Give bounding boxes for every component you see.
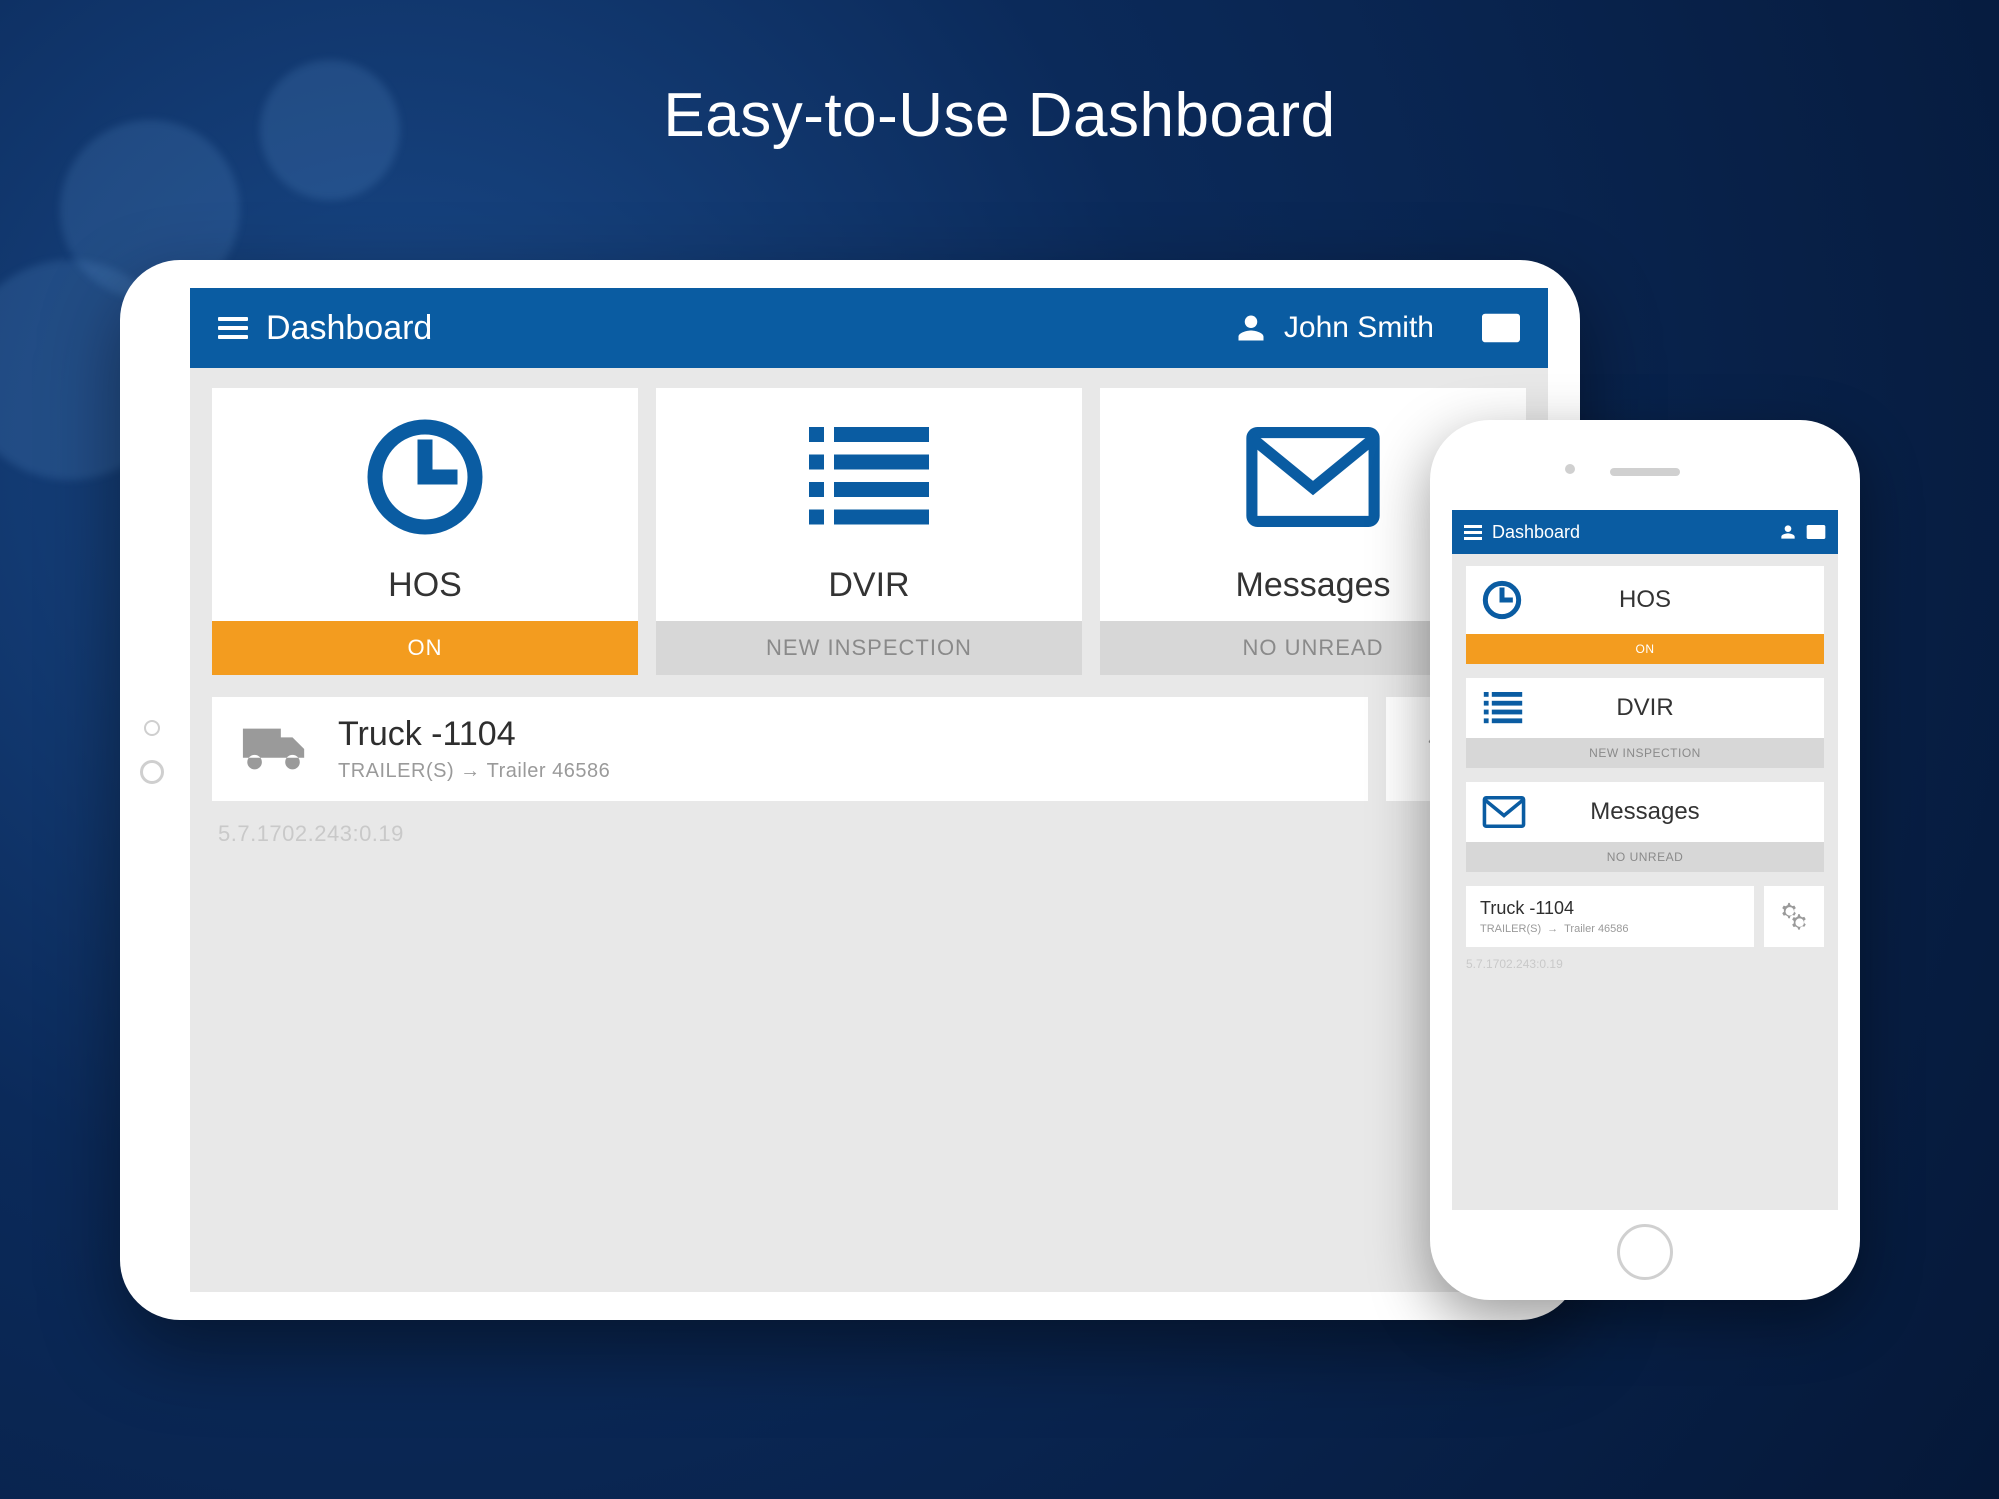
envelope-icon (1482, 796, 1526, 828)
settings-button[interactable] (1764, 886, 1824, 947)
tile-hos-label: HOS (1522, 586, 1768, 614)
screen-title: Dashboard (1492, 522, 1580, 543)
tile-dvir-status: NEW INSPECTION (1466, 738, 1824, 768)
tablet-frame: Dashboard John Smith HOS ON (120, 260, 1580, 1320)
tile-dvir-label: DVIR (828, 566, 909, 605)
tile-hos-label: HOS (388, 566, 462, 605)
vehicle-name: Truck -1104 (338, 715, 610, 754)
tile-hos-status: ON (212, 621, 638, 675)
truck-icon (240, 721, 310, 777)
clock-icon (1482, 580, 1522, 620)
vehicle-name: Truck -1104 (1480, 898, 1740, 919)
tile-hos[interactable]: HOS ON (1466, 566, 1824, 664)
home-button[interactable] (1617, 1224, 1673, 1280)
tile-dvir[interactable]: DVIR NEW INSPECTION (1466, 678, 1824, 768)
list-icon (804, 427, 934, 527)
tile-hos-status: ON (1466, 634, 1824, 664)
user-icon (1236, 313, 1266, 343)
tile-messages[interactable]: Messages NO UNREAD (1466, 782, 1824, 872)
menu-icon[interactable] (1464, 525, 1482, 540)
envelope-icon (1243, 427, 1383, 527)
version-label: 5.7.1702.243:0.19 (212, 821, 1526, 847)
tile-dvir-status: NEW INSPECTION (656, 621, 1082, 675)
user-icon[interactable] (1780, 524, 1796, 540)
mail-icon[interactable] (1806, 525, 1826, 539)
user-name: John Smith (1284, 311, 1434, 345)
vehicle-card[interactable]: Truck -1104 TRAILER(S)→Trailer 46586 (212, 697, 1368, 801)
tile-messages-label: Messages (1526, 798, 1764, 826)
tile-dvir-label: DVIR (1524, 694, 1766, 722)
user-block[interactable]: John Smith (1236, 311, 1520, 345)
tablet-topbar: Dashboard John Smith (190, 288, 1548, 368)
screen-title: Dashboard (266, 309, 432, 348)
version-label: 5.7.1702.243:0.19 (1466, 957, 1824, 971)
list-icon (1482, 692, 1524, 724)
vehicle-card[interactable]: Truck -1104 TRAILER(S)→Trailer 46586 (1466, 886, 1754, 947)
mail-icon[interactable] (1482, 313, 1520, 343)
tile-messages-label: Messages (1236, 566, 1391, 605)
clock-icon (365, 417, 485, 537)
vehicle-trailer: TRAILER(S)→Trailer 46586 (338, 760, 610, 783)
phone-screen: Dashboard HOS ON DVIR (1452, 510, 1838, 1210)
tile-hos[interactable]: HOS ON (212, 388, 638, 675)
vehicle-trailer: TRAILER(S)→Trailer 46586 (1480, 923, 1740, 935)
tablet-screen: Dashboard John Smith HOS ON (190, 288, 1548, 1292)
page-headline: Easy-to-Use Dashboard (663, 80, 1335, 151)
menu-icon[interactable] (218, 317, 248, 339)
tile-messages-status: NO UNREAD (1466, 842, 1824, 872)
phone-topbar: Dashboard (1452, 510, 1838, 554)
tile-dvir[interactable]: DVIR NEW INSPECTION (656, 388, 1082, 675)
phone-frame: Dashboard HOS ON DVIR (1430, 420, 1860, 1300)
gears-icon (1777, 900, 1811, 934)
